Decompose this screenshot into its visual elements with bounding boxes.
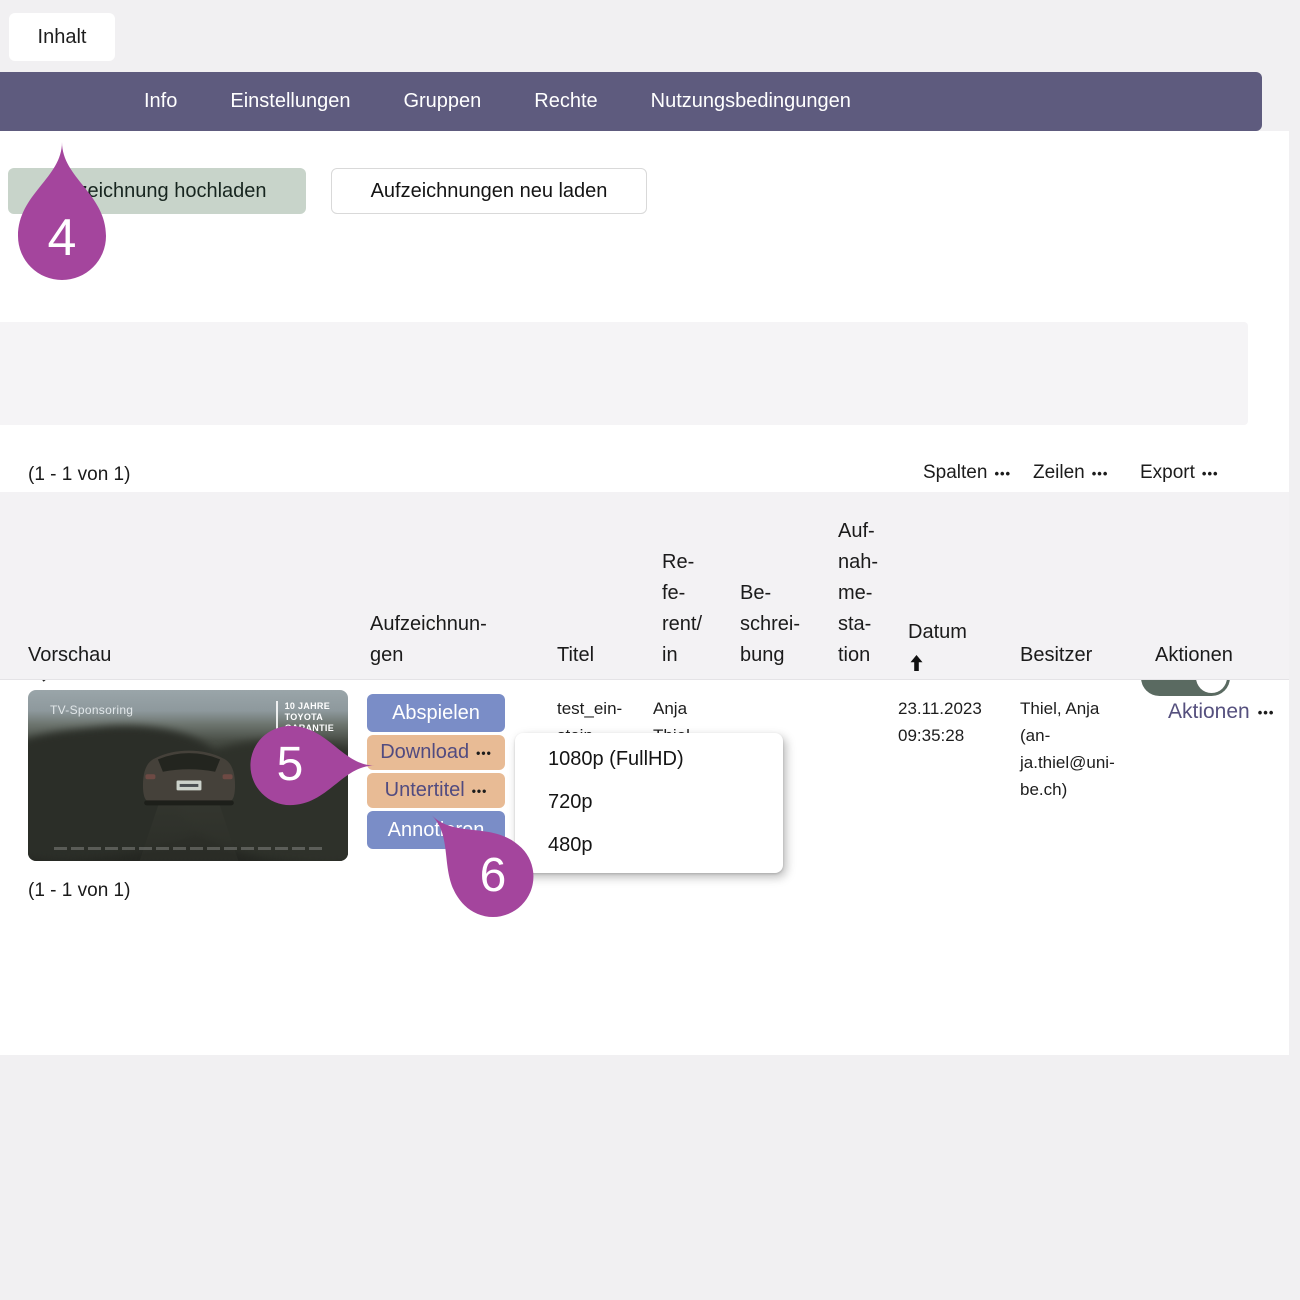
download-resolution-menu: 1080p (FullHD) 720p 480p: [515, 733, 783, 873]
rows-label: Zeilen: [1033, 462, 1085, 484]
menu-item-720p[interactable]: 720p: [515, 781, 783, 824]
column-header-aufzeichnungen: Aufzeichnun- gen: [370, 609, 487, 671]
rows-menu-button[interactable]: Zeilen •••: [1033, 462, 1108, 484]
callout-number: 6: [447, 852, 539, 900]
table-header: Vorschau Aufzeichnun- gen Titel Re- fe- …: [0, 492, 1289, 680]
navbar-items: Info Einstellungen Gruppen Rechte Nutzun…: [0, 72, 1262, 131]
tab-inhalt-active[interactable]: Inhalt: [9, 13, 115, 61]
column-header-referent[interactable]: Re- fe- rent/ in: [662, 547, 702, 671]
row-aktionen-label: Aktionen: [1168, 700, 1250, 724]
columns-label: Spalten: [923, 462, 987, 484]
export-label: Export: [1140, 462, 1195, 484]
tab-info[interactable]: Info: [144, 90, 177, 113]
menu-item-1080p[interactable]: 1080p (FullHD): [515, 738, 783, 781]
result-count-top: (1 - 1 von 1): [28, 464, 130, 486]
tab-gruppen[interactable]: Gruppen: [403, 90, 481, 113]
thumbnail-fineprint: [54, 847, 322, 850]
more-options-icon: •••: [1202, 466, 1219, 481]
more-options-icon: •••: [476, 746, 492, 760]
column-header-beschreibung[interactable]: Be- schrei- bung: [740, 578, 800, 671]
abspielen-button[interactable]: Abspielen: [367, 694, 505, 732]
tab-nutzungsbedingungen[interactable]: Nutzungsbedingungen: [651, 90, 851, 113]
callout-number: 5: [245, 741, 335, 789]
callout-step-5: 5: [245, 679, 335, 807]
more-options-icon: •••: [1092, 466, 1109, 481]
columns-menu-button[interactable]: Spalten •••: [923, 462, 1011, 484]
tab-einstellungen[interactable]: Einstellungen: [230, 90, 350, 113]
reload-recordings-button[interactable]: Aufzeichnungen neu laden: [331, 168, 647, 214]
more-options-icon: •••: [1258, 705, 1275, 720]
result-count-bottom: (1 - 1 von 1): [28, 880, 130, 902]
column-header-vorschau: Vorschau: [28, 640, 111, 671]
column-header-titel[interactable]: Titel: [557, 640, 594, 671]
column-header-aktionen: Aktionen: [1155, 640, 1233, 671]
callout-step-4: 4: [12, 140, 112, 282]
download-label: Download: [380, 741, 469, 764]
column-header-datum[interactable]: Datum: [908, 617, 967, 671]
column-header-aufnahmestation[interactable]: Auf- nah- me- sta- tion: [838, 516, 878, 671]
cell-datum: 23.11.2023 09:35:28: [898, 695, 982, 749]
top-navbar: Info Einstellungen Gruppen Rechte Nutzun…: [0, 72, 1262, 131]
export-menu-button[interactable]: Export •••: [1140, 462, 1219, 484]
car-graphic: [133, 738, 245, 813]
thumbnail-caption: TV-Sponsoring: [50, 703, 133, 717]
datum-label: Datum: [908, 617, 967, 648]
cell-besitzer: Thiel, Anja (an- ja.thiel@uni- be.ch): [1020, 695, 1115, 803]
row-aktionen-button[interactable]: Aktionen •••: [1168, 700, 1274, 724]
sort-ascending-icon[interactable]: [910, 655, 923, 671]
download-button[interactable]: Download •••: [367, 735, 505, 770]
callout-step-6: 6: [447, 788, 539, 919]
filter-panel: Filter ON Titel: test: [0, 322, 1248, 425]
more-options-icon: •••: [994, 466, 1011, 481]
tab-rechte[interactable]: Rechte: [534, 90, 597, 113]
menu-item-480p[interactable]: 480p: [515, 824, 783, 867]
column-header-besitzer[interactable]: Besitzer: [1020, 640, 1092, 671]
callout-number: 4: [12, 212, 112, 264]
